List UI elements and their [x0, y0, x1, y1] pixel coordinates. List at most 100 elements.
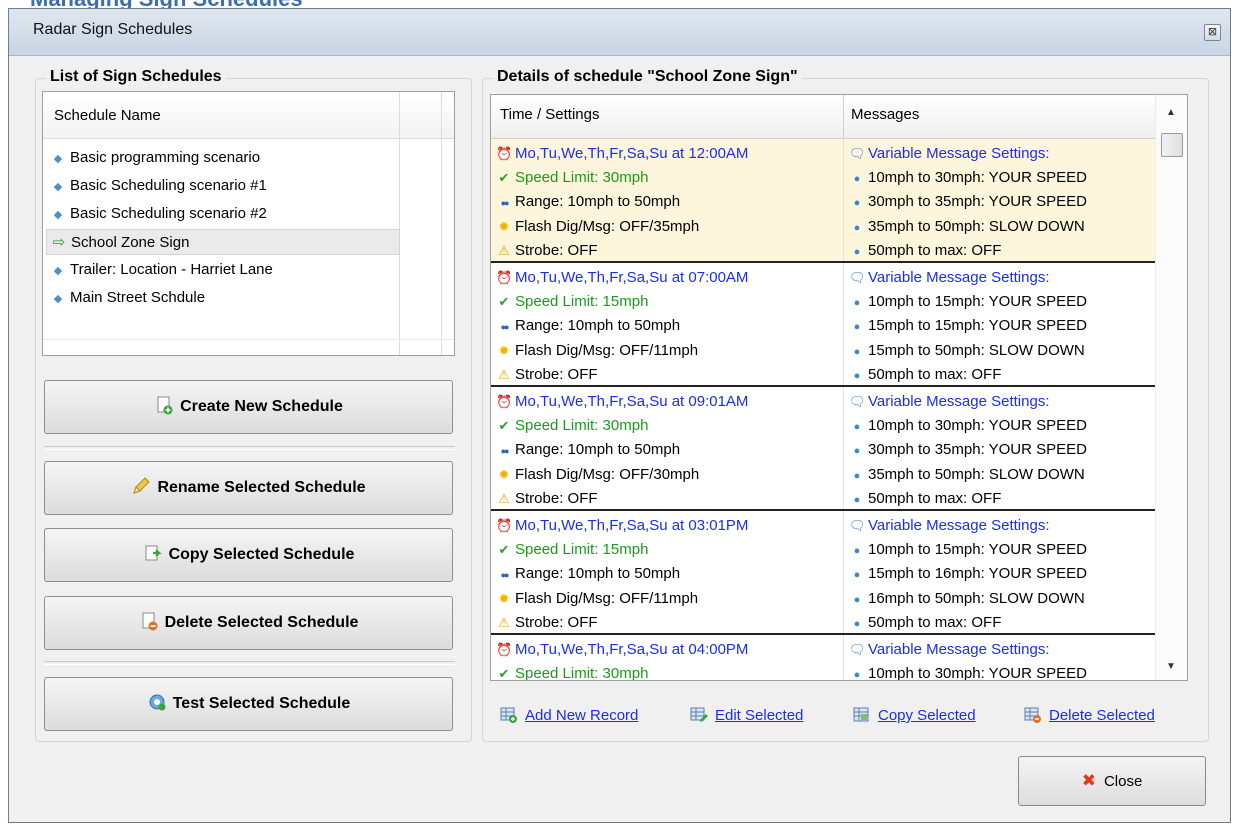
bullet-dot-icon: ●	[853, 469, 861, 482]
list-item[interactable]: ◆ Main Street Schdule	[46, 285, 400, 311]
message-item: 15mph to 16mph: YOUR SPEED	[868, 565, 1087, 583]
message-item: 15mph to 15mph: YOUR SPEED	[868, 317, 1087, 335]
messages-cell: 🗨 Variable Message Settings: ● 10mph to 30…	[849, 142, 1149, 263]
column-divider	[843, 263, 844, 385]
table-row[interactable]: ⏰ Mo,Tu,We,Th,Fr,Sa,Su at 03:01PM ✔ Speed …	[491, 511, 1156, 635]
bullet-dot-icon: ●	[853, 421, 861, 434]
test-schedule-button[interactable]: Test Selected Schedule	[44, 677, 453, 731]
table-row[interactable]: ⏰ Mo,Tu,We,Th,Fr,Sa,Su at 07:00AM ✔ Speed …	[491, 263, 1156, 387]
schedule-list[interactable]: Schedule Name ◆ Basic programming scenari…	[42, 91, 455, 356]
diamond-bullet-icon: ◆	[53, 153, 63, 165]
schedule-time: Mo,Tu,We,Th,Fr,Sa,Su at 09:01AM	[515, 393, 749, 410]
window-close-icon[interactable]: ⊠	[1204, 24, 1221, 41]
schedule-records-table[interactable]: Time / Settings Messages ⏰ Mo,Tu,We,Th,Fr…	[490, 94, 1188, 681]
edit-record-link[interactable]: Edit Selected	[690, 706, 803, 724]
flash-sun-icon: ✹	[498, 466, 510, 482]
warning-icon: ⚠	[498, 242, 510, 258]
gear-test-icon	[149, 694, 166, 711]
checkmark-icon: ✔	[498, 418, 510, 434]
messages-cell: 🗨 Variable Message Settings: ● 10mph to 30…	[849, 390, 1149, 511]
time-settings-column-header[interactable]: Time / Settings	[500, 106, 599, 123]
scroll-down-icon[interactable]: ▼	[1166, 661, 1176, 672]
speed-range: Range: 10mph to 50mph	[515, 317, 681, 335]
add-record-link[interactable]: Add New Record	[500, 706, 638, 724]
bullet-dot-icon: ●	[853, 669, 861, 681]
list-item[interactable]: ◆ Basic programming scenario	[46, 145, 400, 171]
column-divider	[843, 387, 844, 509]
table-delete-icon	[1024, 707, 1041, 723]
diamond-bullet-icon: ◆	[53, 265, 63, 277]
window-title: Radar Sign Schedules	[33, 21, 193, 38]
message-item: 30mph to 35mph: YOUR SPEED	[868, 441, 1087, 459]
list-item[interactable]: ◆ Basic Scheduling scenario #2	[46, 201, 400, 227]
rename-schedule-button[interactable]: Rename Selected Schedule	[44, 461, 453, 515]
table-row[interactable]: ⏰ Mo,Tu,We,Th,Fr,Sa,Su at 09:01AM ✔ Speed …	[491, 387, 1156, 511]
table-body: ⏰ Mo,Tu,We,Th,Fr,Sa,Su at 12:00AM ✔ Speed …	[491, 139, 1156, 681]
table-edit-icon	[690, 707, 708, 722]
column-divider	[843, 139, 844, 261]
delete-record-label: Delete Selected	[1049, 707, 1155, 724]
title-bar: Radar Sign Schedules ⊠	[9, 9, 1230, 56]
schedule-list-group-title: List of Sign Schedules	[46, 68, 226, 86]
range-icon: ●●	[500, 446, 510, 457]
table-copy-icon	[853, 707, 869, 722]
button-separator	[44, 661, 455, 665]
delete-record-link[interactable]: Delete Selected	[1024, 706, 1155, 724]
list-item-selected[interactable]: ⇨ School Zone Sign	[46, 229, 400, 255]
bullet-dot-icon: ●	[853, 369, 861, 382]
create-schedule-button[interactable]: Create New Schedule	[44, 380, 453, 434]
copy-record-link[interactable]: Copy Selected	[853, 706, 976, 724]
alarm-clock-icon: ⏰	[496, 270, 513, 285]
speech-bubble-icon: 🗨	[849, 270, 866, 285]
bullet-dot-icon: ●	[853, 297, 861, 310]
pencil-icon	[133, 477, 151, 494]
table-row[interactable]: ⏰ Mo,Tu,We,Th,Fr,Sa,Su at 12:00AM ✔ Speed …	[491, 139, 1156, 263]
new-document-icon	[157, 396, 173, 415]
vertical-scrollbar[interactable]: ▲ ▼	[1155, 95, 1187, 680]
column-divider	[843, 511, 844, 633]
red-x-icon: ✖	[1081, 771, 1096, 790]
list-item[interactable]: ◆ Trailer: Location - Harriet Lane	[46, 257, 400, 283]
table-row[interactable]: ⏰ Mo,Tu,We,Th,Fr,Sa,Su at 04:00PM ✔ Speed …	[491, 635, 1156, 681]
message-item: 16mph to 50mph: SLOW DOWN	[868, 589, 1085, 607]
copy-schedule-button[interactable]: Copy Selected Schedule	[44, 528, 453, 582]
range-icon: ●●	[500, 322, 510, 333]
scroll-up-icon[interactable]: ▲	[1166, 107, 1176, 118]
message-item: 15mph to 50mph: SLOW DOWN	[868, 341, 1085, 359]
list-item-label: Basic Scheduling scenario #1	[70, 177, 267, 194]
list-item-label: Basic Scheduling scenario #2	[70, 205, 267, 222]
speed-range: Range: 10mph to 50mph	[515, 441, 681, 459]
bullet-dot-icon: ●	[853, 445, 861, 458]
close-button[interactable]: ✖ Close	[1018, 756, 1206, 806]
message-item: 10mph to 30mph: YOUR SPEED	[868, 417, 1087, 435]
add-record-label: Add New Record	[525, 707, 639, 724]
delete-document-icon	[142, 612, 158, 631]
warning-icon: ⚠	[498, 614, 510, 630]
speech-bubble-icon: 🗨	[849, 146, 866, 161]
bullet-dot-icon: ●	[853, 545, 861, 558]
schedule-time: Mo,Tu,We,Th,Fr,Sa,Su at 12:00AM	[515, 145, 749, 162]
message-item: 30mph to 35mph: YOUR SPEED	[868, 193, 1087, 211]
speed-range: Range: 10mph to 50mph	[515, 193, 681, 211]
messages-cell: 🗨 Variable Message Settings: ● 10mph to 30…	[849, 638, 1149, 681]
diamond-bullet-icon: ◆	[53, 181, 63, 193]
column-divider	[441, 92, 442, 355]
messages-column-header[interactable]: Messages	[851, 106, 919, 123]
flash-setting: Flash Dig/Msg: OFF/35mph	[515, 217, 700, 235]
bullet-dot-icon: ●	[853, 569, 861, 582]
bullet-dot-icon: ●	[853, 221, 861, 234]
diamond-bullet-icon: ◆	[53, 293, 63, 305]
schedule-list-header[interactable]: Schedule Name	[43, 92, 454, 139]
delete-schedule-button[interactable]: Delete Selected Schedule	[44, 596, 453, 650]
schedule-name-column-header[interactable]: Schedule Name	[54, 107, 161, 124]
list-item[interactable]: ◆ Basic Scheduling scenario #1	[46, 173, 400, 199]
bullet-dot-icon: ●	[853, 321, 861, 334]
flash-sun-icon: ✹	[498, 342, 510, 358]
scrollbar-thumb[interactable]	[1161, 133, 1183, 157]
list-item-label: Trailer: Location - Harriet Lane	[70, 261, 273, 278]
range-icon: ●●	[500, 570, 510, 581]
list-item-label: Main Street Schdule	[70, 289, 206, 306]
message-header: Variable Message Settings:	[868, 517, 1050, 534]
message-item: 35mph to 50mph: SLOW DOWN	[868, 217, 1085, 235]
speed-range: Range: 10mph to 50mph	[515, 565, 681, 583]
